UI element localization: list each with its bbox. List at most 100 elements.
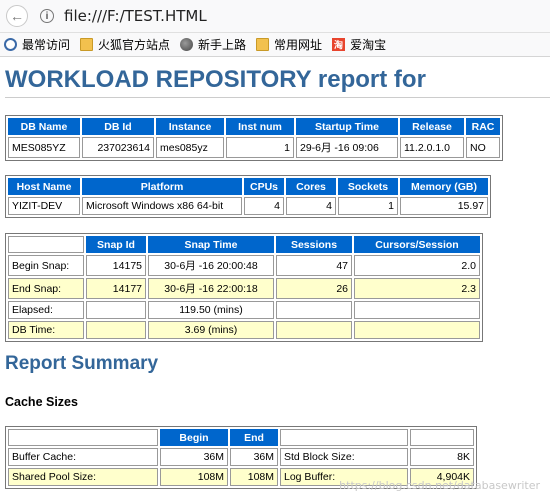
bookmark-most-visited[interactable]: 最常访问	[4, 36, 70, 53]
table-cell: 14177	[86, 278, 146, 299]
column-header: Begin	[160, 429, 228, 446]
column-header: Host Name	[8, 178, 80, 195]
report-summary-heading: Report Summary	[5, 353, 159, 374]
table-cell: 1	[338, 197, 398, 215]
bookmark-firefox-official[interactable]: 火狐官方站点	[80, 36, 170, 53]
page-content: WORKLOAD REPOSITORY report for	[0, 66, 550, 98]
table-cell: 1	[226, 137, 294, 158]
address-bar[interactable]: file:///F:/TEST.HTML	[64, 7, 207, 25]
cache-sizes-heading: Cache Sizes	[5, 395, 78, 409]
table-header-row: Host Name Platform CPUs Cores Sockets Me…	[8, 178, 488, 195]
back-button[interactable]: ←	[6, 5, 28, 27]
folder-icon	[256, 38, 270, 51]
column-header: Snap Time	[148, 236, 274, 253]
table-cell: 237023614	[82, 137, 154, 158]
snapshot-table: Snap Id Snap Time Sessions Cursors/Sessi…	[5, 233, 483, 342]
column-header: Sessions	[276, 236, 352, 253]
column-header	[8, 429, 158, 446]
table-cell: 2.3	[354, 278, 480, 299]
db-info-table: DB Name DB Id Instance Inst num Startup …	[5, 115, 503, 161]
bookmark-label: 新手上路	[198, 38, 247, 52]
globe-icon	[180, 38, 194, 51]
column-header: Cursors/Session	[354, 236, 480, 253]
column-header: Inst num	[226, 118, 294, 135]
table-cell: 29-6月 -16 09:06	[296, 137, 398, 158]
table-row: Buffer Cache: 36M 36M Std Block Size: 8K	[8, 448, 474, 466]
table-cell	[354, 301, 480, 319]
table-cell: mes085yz	[156, 137, 224, 158]
column-header: RAC	[466, 118, 500, 135]
table-cell: 3.69 (mins)	[148, 321, 274, 339]
table-cell: Buffer Cache:	[8, 448, 158, 466]
taobao-icon: 淘	[332, 38, 346, 51]
table-cell: YIZIT-DEV	[8, 197, 80, 215]
table-cell: 30-6月 -16 22:00:18	[148, 278, 274, 299]
column-header: DB Id	[82, 118, 154, 135]
table-cell	[276, 301, 352, 319]
navigation-bar: ← i file:///F:/TEST.HTML	[0, 0, 550, 33]
table-cell: 108M	[160, 468, 228, 486]
bookmark-label: 常用网址	[274, 38, 323, 52]
table-cell: Microsoft Windows x86 64-bit	[82, 197, 242, 215]
column-header: Cores	[286, 178, 336, 195]
table-header-row: DB Name DB Id Instance Inst num Startup …	[8, 118, 500, 135]
folder-icon	[80, 38, 94, 51]
table-cell: NO	[466, 137, 500, 158]
table-row: Begin Snap: 14175 30-6月 -16 20:00:48 47 …	[8, 255, 480, 276]
table-cell: 15.97	[400, 197, 488, 215]
bookmark-taobao[interactable]: 淘 爱淘宝	[332, 36, 386, 53]
column-header	[280, 429, 408, 446]
column-header: Memory (GB)	[400, 178, 488, 195]
column-header: DB Name	[8, 118, 80, 135]
table-row: End Snap: 14177 30-6月 -16 22:00:18 26 2.…	[8, 278, 480, 299]
table-cell	[354, 321, 480, 339]
table-cell: 36M	[160, 448, 228, 466]
table-cell: Begin Snap:	[8, 255, 84, 276]
table-cell: 30-6月 -16 20:00:48	[148, 255, 274, 276]
column-header: Platform	[82, 178, 242, 195]
column-header: Instance	[156, 118, 224, 135]
table-header-row: Snap Id Snap Time Sessions Cursors/Sessi…	[8, 236, 480, 253]
table-cell: Elapsed:	[8, 301, 84, 319]
title-divider	[5, 97, 550, 98]
table-cell: 11.2.0.1.0	[400, 137, 464, 158]
column-header: Snap Id	[86, 236, 146, 253]
table-cell: End Snap:	[8, 278, 84, 299]
table-cell	[276, 321, 352, 339]
column-header: Sockets	[338, 178, 398, 195]
bookmarks-toolbar: 最常访问 火狐官方站点 新手上路 常用网址 淘 爱淘宝	[0, 33, 550, 57]
column-header: Startup Time	[296, 118, 398, 135]
bookmark-common-sites[interactable]: 常用网址	[256, 36, 322, 53]
table-cell: 119.50 (mins)	[148, 301, 274, 319]
table-cell: MES085YZ	[8, 137, 80, 158]
bookmark-getting-started[interactable]: 新手上路	[180, 36, 246, 53]
table-cell: 26	[276, 278, 352, 299]
table-cell: 4	[286, 197, 336, 215]
column-header: End	[230, 429, 278, 446]
table-row: Elapsed: 119.50 (mins)	[8, 301, 480, 319]
info-icon[interactable]: i	[40, 9, 54, 23]
table-cell: 108M	[230, 468, 278, 486]
column-header: Release	[400, 118, 464, 135]
table-cell: 2.0	[354, 255, 480, 276]
table-cell: 36M	[230, 448, 278, 466]
table-cell: 47	[276, 255, 352, 276]
bookmark-label: 最常访问	[22, 38, 71, 52]
back-arrow-icon: ←	[10, 8, 24, 24]
table-cell: Shared Pool Size:	[8, 468, 158, 486]
table-header-row: Begin End	[8, 429, 474, 446]
table-cell	[86, 301, 146, 319]
table-row: YIZIT-DEV Microsoft Windows x86 64-bit 4…	[8, 197, 488, 215]
bookmark-label: 火狐官方站点	[98, 38, 171, 52]
bookmark-label: 爱淘宝	[350, 38, 387, 52]
table-cell	[86, 321, 146, 339]
table-cell: 4	[244, 197, 284, 215]
table-row: DB Time: 3.69 (mins)	[8, 321, 480, 339]
table-cell: 8K	[410, 448, 474, 466]
table-cell: 14175	[86, 255, 146, 276]
column-header	[8, 236, 84, 253]
watermark: https://blog.csdn.net/databasewriter	[339, 479, 540, 492]
host-info-table: Host Name Platform CPUs Cores Sockets Me…	[5, 175, 491, 218]
page-title: WORKLOAD REPOSITORY report for	[5, 66, 426, 93]
gear-icon	[4, 38, 17, 51]
